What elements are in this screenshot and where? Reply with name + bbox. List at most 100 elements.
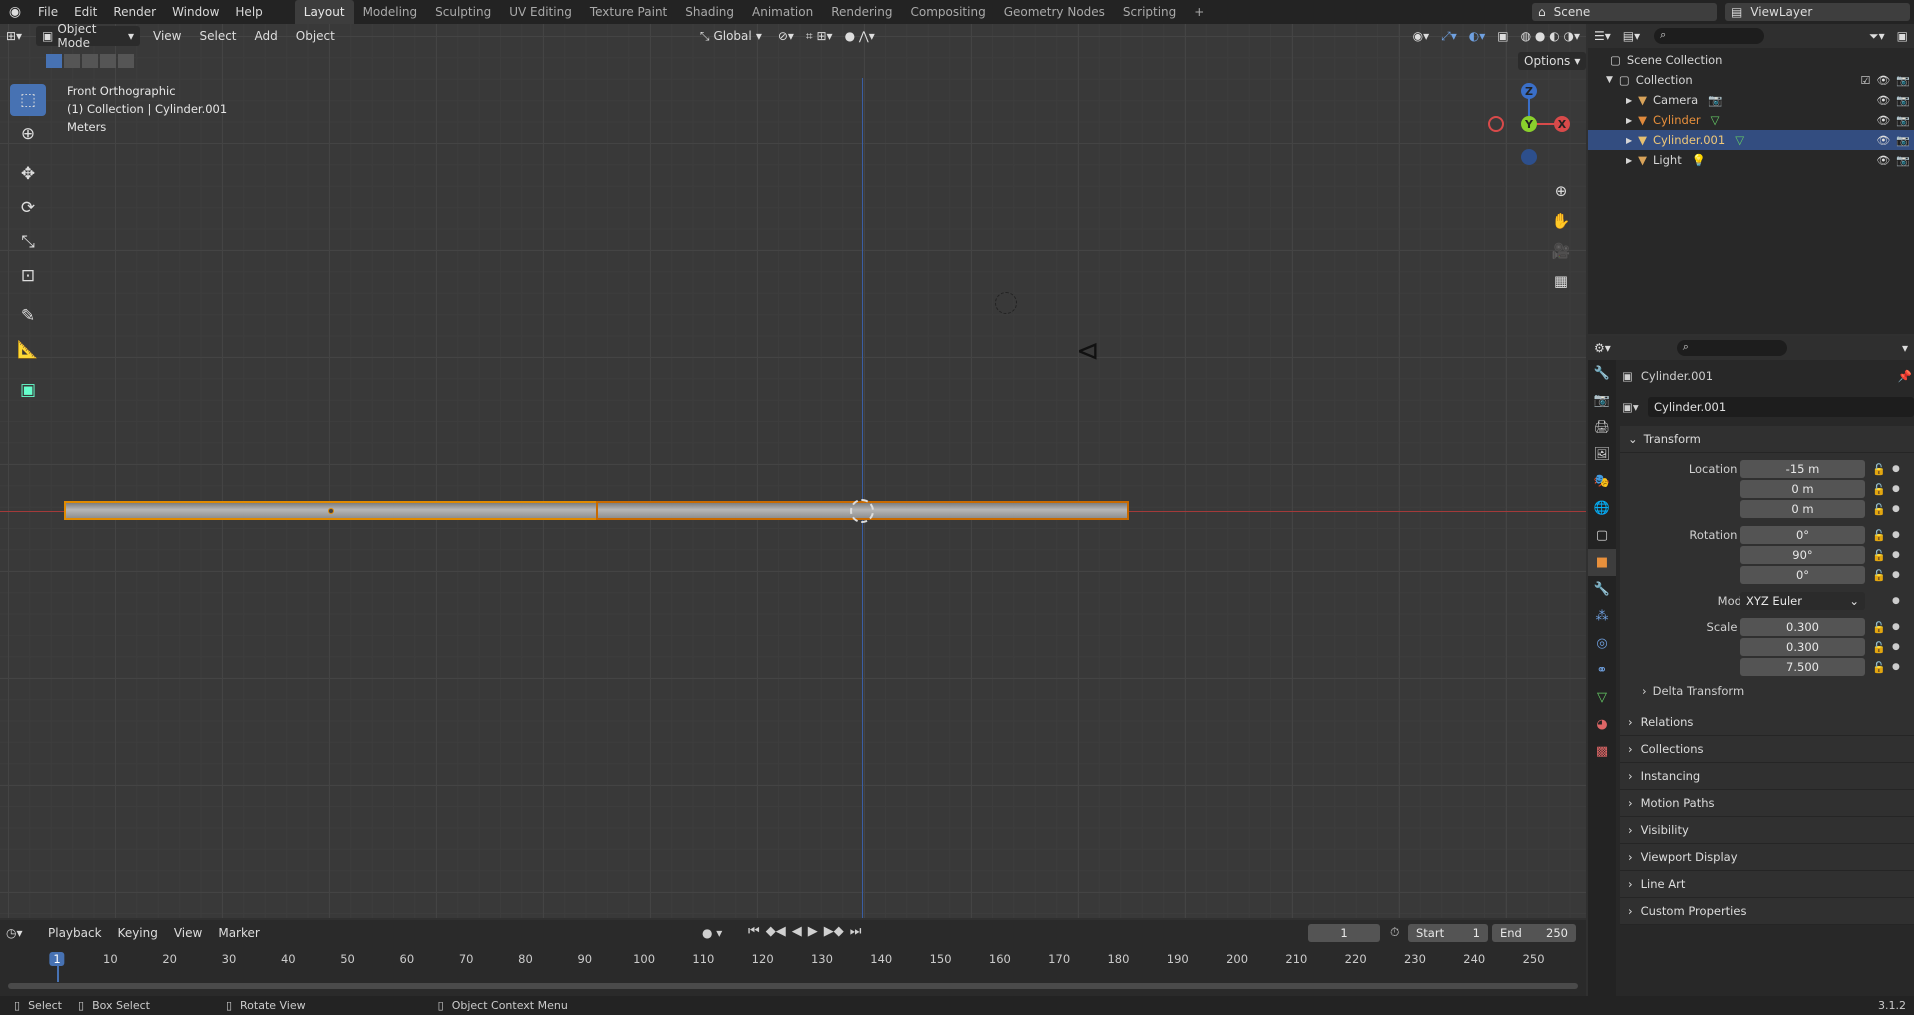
current-frame-field[interactable]: 1 [1308,924,1380,942]
collection-row[interactable]: ▼ ▢ Collection ☑ 👁 📷 [1588,70,1914,90]
orientation-dropdown[interactable]: ⤡ Global ▾ [694,26,768,46]
expand-arrow-icon[interactable]: ▼ [1606,75,1613,85]
outliner-item-cylinder[interactable]: ▶ ▼ Cylinder ▽ 👁 📷 [1588,110,1914,130]
pivot-icon[interactable]: ⊘▾ [772,26,800,46]
panel-relations[interactable]: › Relations [1620,709,1914,736]
viewport-menu-object[interactable]: Object [287,26,344,46]
cursor-tool-icon[interactable]: ⊕ [10,118,46,150]
select-subtract-icon[interactable] [82,54,98,68]
texture-tab-icon[interactable]: ▩ [1588,738,1616,765]
constraints-tab-icon[interactable]: ⚭ [1588,657,1616,684]
stopwatch-icon[interactable]: ⏱ [1390,925,1399,940]
camera-render-icon[interactable]: 📷 [1896,134,1910,147]
jump-end-icon[interactable]: ⏭ [850,924,862,939]
expand-arrow-icon[interactable]: ▶ [1626,96,1632,105]
mode-dropdown[interactable]: ▣ Object Mode ▾ [36,24,140,50]
location-y-field[interactable]: 0 m [1740,480,1865,498]
data-tab-icon[interactable]: ▽ [1588,684,1616,711]
eye-icon[interactable]: 👁 [1876,154,1890,167]
ortho-grid-icon[interactable]: ▦ [1548,268,1574,294]
tab-modeling[interactable]: Modeling [354,0,427,24]
display-mode-icon[interactable]: ▤▾ [1617,26,1646,46]
camera-render-icon[interactable]: 📷 [1896,114,1910,127]
move-tool-icon[interactable]: ✥ [10,158,46,190]
scale-x-field[interactable]: 0.300 [1740,618,1865,636]
scale-y-field[interactable]: 0.300 [1740,638,1865,656]
camera-render-icon[interactable]: 📷 [1896,154,1910,167]
gizmo-z-axis[interactable]: Z [1521,83,1537,99]
panel-instancing[interactable]: › Instancing [1620,763,1914,790]
add-workspace-button[interactable]: + [1185,0,1213,24]
playhead[interactable] [57,964,59,982]
expand-arrow-icon[interactable]: ▶ [1626,136,1632,145]
select-extend-icon[interactable] [64,54,80,68]
keyframe-dot-icon[interactable]: ● [1892,622,1900,632]
transform-panel-header[interactable]: ⌄ Transform [1620,426,1914,453]
3d-viewport[interactable]: ⊞▾ ▣ Object Mode ▾ View Select Add Object ⤡… [0,24,1586,918]
object-name-field[interactable]: Cylinder.001 [1648,397,1914,417]
mesh-icon[interactable]: ▽ [1711,113,1720,127]
rotate-tool-icon[interactable]: ⟳ [10,192,46,224]
prev-keyframe-icon[interactable]: ◆◀ [766,924,786,939]
keyframe-dot-icon[interactable]: ● [1892,550,1900,560]
viewport-menu-add[interactable]: Add [246,26,287,46]
tab-compositing[interactable]: Compositing [901,0,994,24]
keyframe-dot-icon[interactable]: ● [1892,662,1900,672]
light-data-icon[interactable]: 💡 [1692,153,1706,167]
lock-icon[interactable]: 🔓 [1872,503,1886,516]
lock-icon[interactable]: 🔓 [1872,621,1886,634]
scale-tool-icon[interactable]: ⤡ [10,226,46,258]
editor-type-button[interactable]: ⊞▾ [0,26,36,46]
eye-icon[interactable]: 👁 [1876,94,1890,107]
add-cube-tool-icon[interactable]: ▣ [10,374,46,406]
end-frame-field[interactable]: End 250 [1492,924,1576,942]
xray-toggle-icon[interactable]: ▣ [1491,26,1514,46]
outliner-item-cylinder-001[interactable]: ▶ ▼ Cylinder.001 ▽ 👁 📷 [1588,130,1914,150]
eye-icon[interactable]: 👁 [1876,114,1890,127]
frame-ruler[interactable]: 1 10 20 30 40 50 60 70 80 90 100 110 120 130 140 150 160… [0,946,1586,982]
options-dropdown[interactable]: Options ▾ [1518,52,1586,70]
tab-shading[interactable]: Shading [676,0,743,24]
rotation-y-field[interactable]: 90° [1740,546,1865,564]
scale-z-field[interactable]: 7.500 [1740,658,1865,676]
view-layer-tab-icon[interactable]: 🖼 [1588,441,1616,468]
eye-icon[interactable]: 👁 [1876,74,1890,87]
lock-icon[interactable]: 🔓 [1872,641,1886,654]
camera-render-icon[interactable]: 📷 [1896,74,1910,87]
panel-viewport-display[interactable]: › Viewport Display [1620,844,1914,871]
pan-hand-icon[interactable]: ✋ [1548,208,1574,234]
collection-tab-icon[interactable]: ▢ [1588,522,1616,549]
lock-icon[interactable]: 🔓 [1872,569,1886,582]
start-frame-field[interactable]: Start 1 [1408,924,1488,942]
zoom-icon[interactable]: ⊕ [1548,178,1574,204]
location-x-field[interactable]: -15 m [1740,460,1865,478]
select-box-tool-icon[interactable]: ⬚ [10,84,46,116]
jump-start-icon[interactable]: ⏮ [748,924,760,939]
rotation-x-field[interactable]: 0° [1740,526,1865,544]
measure-tool-icon[interactable]: 📐 [10,334,46,366]
tool-tab-icon[interactable]: 🔧 [1588,360,1616,387]
timeline-menu-keying[interactable]: Keying [110,923,166,943]
light-object-icon[interactable] [995,292,1017,314]
menu-window[interactable]: Window [164,0,227,24]
checkbox-icon[interactable]: ☑ [1860,74,1870,87]
annotate-tool-icon[interactable]: ✎ [10,300,46,332]
tab-texture-paint[interactable]: Texture Paint [581,0,676,24]
camera-object-icon[interactable]: ⊲ [1076,334,1099,367]
world-tab-icon[interactable]: 🌐 [1588,495,1616,522]
lock-icon[interactable]: 🔓 [1872,463,1886,476]
lock-icon[interactable]: 🔓 [1872,661,1886,674]
panel-custom-properties[interactable]: › Custom Properties [1620,898,1914,925]
timeline-scrollbar[interactable] [8,983,1578,989]
rotation-z-field[interactable]: 0° [1740,566,1865,584]
shading-modes-icon[interactable]: ◍ ● ◐ ◑▾ [1515,26,1586,46]
play-reverse-icon[interactable]: ◀ [792,924,802,939]
outliner-item-camera[interactable]: ▶ ▼ Camera 📷 👁 📷 [1588,90,1914,110]
particles-tab-icon[interactable]: ⁂ [1588,603,1616,630]
tab-sculpting[interactable]: Sculpting [426,0,500,24]
keyframe-dot-icon[interactable]: ● [1892,530,1900,540]
scene-tab-icon[interactable]: 🎭 [1588,468,1616,495]
expand-arrow-icon[interactable]: ▶ [1626,156,1632,165]
physics-tab-icon[interactable]: ◎ [1588,630,1616,657]
properties-editor-type-icon[interactable]: ⚙▾ [1588,338,1617,358]
